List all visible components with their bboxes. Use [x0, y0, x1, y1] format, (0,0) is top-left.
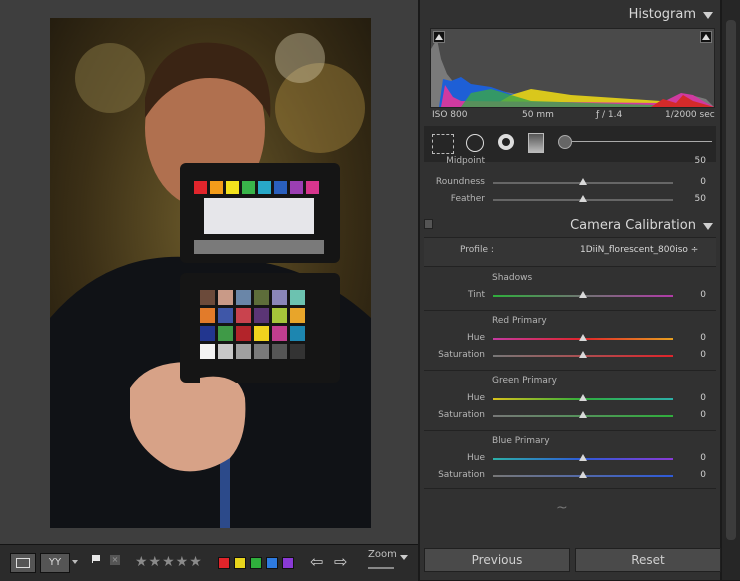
- compare-view-icon[interactable]: YY: [40, 553, 70, 573]
- brush-size-slider[interactable]: [572, 141, 712, 142]
- photo-preview[interactable]: [50, 18, 371, 528]
- feather-label: Feather: [450, 194, 485, 204]
- photo-image: [50, 18, 371, 528]
- histogram-aperture: ƒ / 1.4: [596, 110, 623, 120]
- shadows-tint-slider-thumb[interactable]: [579, 291, 587, 298]
- green-hue-slider-thumb[interactable]: [579, 394, 587, 401]
- histogram-focal-length: 50 mm: [522, 110, 554, 120]
- profile-dropdown[interactable]: 1DiiN_florescent_800iso ÷: [580, 245, 698, 255]
- histogram-iso: ISO 800: [432, 110, 468, 120]
- red-saturation-label: Saturation: [438, 350, 485, 360]
- reset-button[interactable]: Reset: [575, 548, 721, 572]
- midpoint-value[interactable]: 50: [686, 156, 706, 166]
- shadow-clipping-indicator-icon[interactable]: [433, 31, 445, 43]
- color-label-yellow[interactable]: [234, 557, 246, 569]
- spot-removal-icon[interactable]: [466, 134, 484, 152]
- highlight-clipping-indicator-icon[interactable]: [700, 31, 712, 43]
- roundness-slider-thumb[interactable]: [579, 178, 587, 185]
- red-hue-slider-thumb[interactable]: [579, 334, 587, 341]
- histogram-panel-header[interactable]: Histogram: [420, 4, 720, 26]
- zoom-dropdown-icon[interactable]: [400, 555, 408, 560]
- green-saturation-label: Saturation: [438, 410, 485, 420]
- blue-hue-value[interactable]: 0: [686, 453, 706, 463]
- camera-calibration-title: Camera Calibration: [570, 218, 696, 233]
- color-label-blue[interactable]: [266, 557, 278, 569]
- adjustment-brush-icon[interactable]: [558, 135, 572, 149]
- next-photo-arrow-icon[interactable]: ⇨: [334, 552, 347, 571]
- view-options-chevron-icon[interactable]: [72, 560, 78, 564]
- red-saturation-slider-thumb[interactable]: [579, 351, 587, 358]
- star-rating[interactable]: ★★★★★: [135, 554, 203, 570]
- shadows-tint-label: Tint: [468, 290, 485, 300]
- graduated-filter-icon[interactable]: [528, 133, 544, 153]
- green-hue-value[interactable]: 0: [686, 393, 706, 403]
- zoom-label: Zoom: [368, 549, 397, 560]
- bottom-toolbar: YY × ★★★★★ ⇦ ⇨ Zoom: [0, 544, 418, 581]
- color-label-purple[interactable]: [282, 557, 294, 569]
- collapse-triangle-icon[interactable]: [703, 12, 713, 19]
- red-saturation-value[interactable]: 0: [686, 350, 706, 360]
- red-hue-label: Hue: [466, 333, 485, 343]
- blue-hue-slider-thumb[interactable]: [579, 454, 587, 461]
- image-workspace: [0, 0, 418, 544]
- blue-primary-title: Blue Primary: [492, 436, 550, 446]
- green-hue-label: Hue: [466, 393, 485, 403]
- feather-value[interactable]: 50: [686, 194, 706, 204]
- crop-overlay-icon[interactable]: [432, 134, 454, 154]
- shadows-tint-value[interactable]: 0: [686, 290, 706, 300]
- blue-saturation-value[interactable]: 0: [686, 470, 706, 480]
- divider: [424, 430, 716, 431]
- loupe-view-icon[interactable]: [10, 553, 36, 573]
- midpoint-label: Midpoint: [446, 156, 485, 166]
- reject-flag-icon[interactable]: ×: [110, 555, 120, 565]
- histogram-title: Histogram: [628, 7, 696, 22]
- profile-label: Profile :: [460, 245, 494, 255]
- zoom-slider[interactable]: [368, 567, 394, 569]
- green-saturation-slider-thumb[interactable]: [579, 411, 587, 418]
- red-eye-icon[interactable]: [498, 134, 514, 150]
- pick-flag-icon[interactable]: [92, 555, 102, 567]
- red-primary-title: Red Primary: [492, 316, 547, 326]
- feather-slider-thumb[interactable]: [579, 195, 587, 202]
- divider: [424, 370, 716, 371]
- scrollbar-thumb[interactable]: [726, 20, 736, 540]
- develop-right-panel: Histogram ISO 800 50 mm ƒ / 1.4 1/2000 s…: [420, 0, 720, 580]
- roundness-value[interactable]: 0: [686, 177, 706, 187]
- panel-scrollbar[interactable]: [722, 0, 740, 580]
- collapse-triangle-icon[interactable]: [703, 223, 713, 230]
- green-saturation-value[interactable]: 0: [686, 410, 706, 420]
- red-hue-value[interactable]: 0: [686, 333, 706, 343]
- color-label-red[interactable]: [218, 557, 230, 569]
- camera-calibration-panel-header[interactable]: Camera Calibration: [420, 215, 720, 237]
- shadows-title: Shadows: [492, 273, 533, 283]
- blue-hue-label: Hue: [466, 453, 485, 463]
- divider: [424, 310, 716, 311]
- roundness-label: Roundness: [435, 177, 485, 187]
- blue-saturation-slider-thumb[interactable]: [579, 471, 587, 478]
- histogram-shutter-speed: 1/2000 sec: [665, 110, 715, 120]
- previous-photo-arrow-icon[interactable]: ⇦: [310, 552, 323, 571]
- panel-end-mark-icon: ~: [556, 500, 568, 516]
- previous-button[interactable]: Previous: [424, 548, 570, 572]
- green-primary-title: Green Primary: [492, 376, 557, 386]
- histogram-graph: [430, 28, 715, 108]
- panel-end-divider: [424, 488, 716, 489]
- color-label-green[interactable]: [250, 557, 262, 569]
- blue-saturation-label: Saturation: [438, 470, 485, 480]
